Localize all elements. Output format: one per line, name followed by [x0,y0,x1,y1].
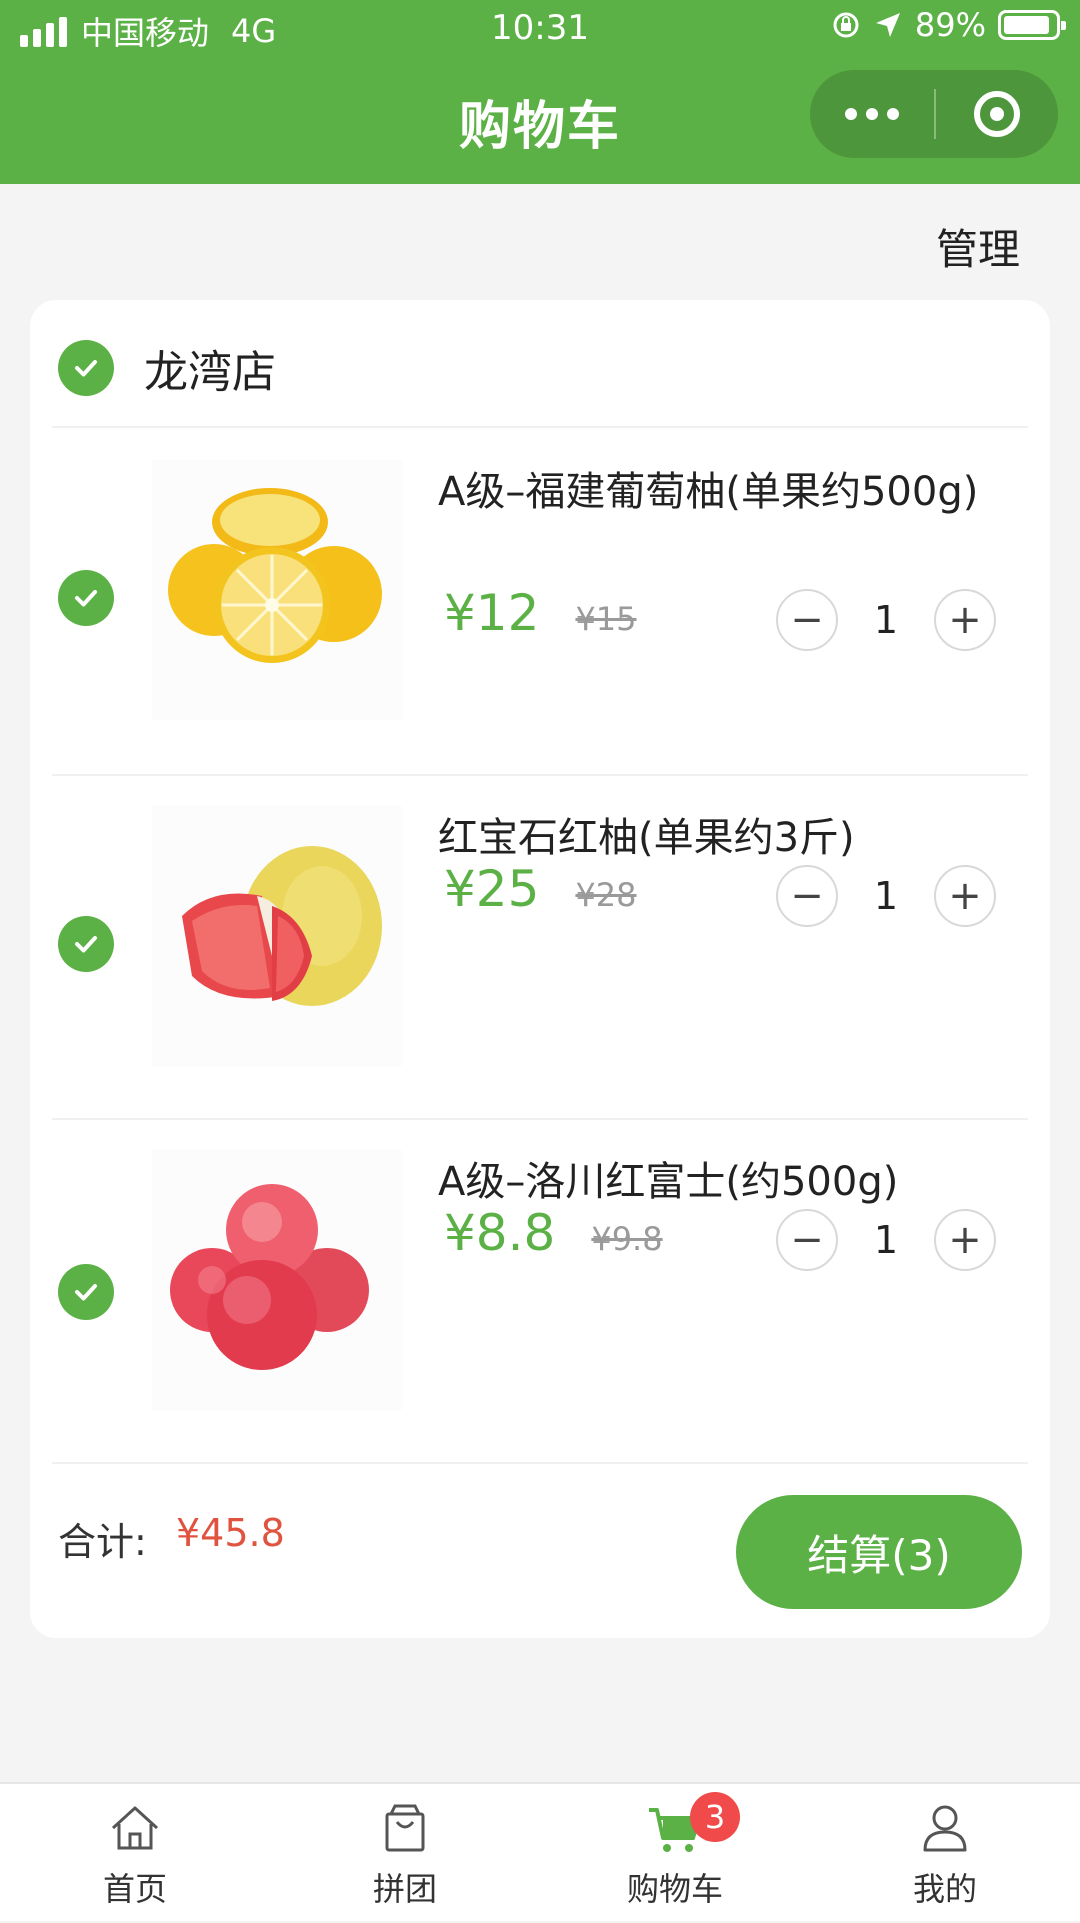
product-image-grapefruit[interactable] [152,460,402,720]
tab-group-buy[interactable]: 拼团 [270,1784,540,1923]
original-price: ¥28 [575,876,637,914]
product-image-apple[interactable] [152,1150,402,1410]
minus-icon: − [790,873,824,919]
user-icon [923,1805,967,1852]
product-price: ¥25 [444,860,540,918]
quantity-value: 1 [873,1218,899,1262]
product-price: ¥8.8 [444,1204,556,1262]
increase-button[interactable]: + [934,865,996,927]
minus-icon: − [790,597,824,643]
original-price: ¥15 [575,600,637,638]
bag-icon [385,1804,425,1852]
store-checkbox[interactable] [58,340,114,396]
plus-icon: + [948,1217,982,1263]
total-label: 合计: [58,1520,147,1564]
cart-item: A级–洛川红富士(约500g) ¥8.8 ¥9.8 − 1 + [30,1120,1050,1464]
price-row: ¥8.8 ¥9.8 [444,1204,663,1262]
quantity-value: 1 [873,598,899,642]
plus-icon: + [948,873,982,919]
quantity-stepper: − 1 + [776,588,996,652]
cart-card: 龙湾店 A级–福建葡萄柚(单果约500g) ¥12 ¥15 − 1 + 红宝石红… [30,300,1050,1638]
target-icon [974,91,1020,137]
nav-bar: 购物车 [0,62,1080,184]
status-right: 89% [831,6,1066,44]
tab-label: 购物车 [626,1870,723,1908]
battery-icon [998,10,1066,40]
increase-button[interactable]: + [934,1209,996,1271]
item-checkbox[interactable] [58,570,114,626]
summary-row: 合计: ¥45.8 结算(3) [30,1463,1050,1613]
original-price: ¥9.8 [591,1220,663,1258]
status-bar: 中国移动 4G 10:31 89% [0,0,1080,62]
manage-button[interactable]: 管理 [936,216,1020,277]
close-button[interactable] [936,70,1058,158]
item-checkbox[interactable] [58,1264,114,1320]
tab-label: 拼团 [372,1870,437,1908]
tab-mine[interactable]: 我的 [810,1784,1080,1923]
tab-bar: 首页 拼团 3 购物车 我的 [0,1782,1080,1921]
cart-item: A级–福建葡萄柚(单果约500g) ¥12 ¥15 − 1 + [30,430,1050,774]
rotation-lock-icon [833,12,859,38]
item-checkbox[interactable] [58,916,114,972]
battery-percent: 89% [914,6,986,44]
total-value: ¥45.8 [176,1511,285,1555]
price-row: ¥25 ¥28 [444,860,637,918]
increase-button[interactable]: + [934,589,996,651]
tab-cart[interactable]: 3 购物车 [540,1784,810,1923]
store-name: 龙湾店 [144,347,276,398]
cart-item: 红宝石红柚(单果约3斤) ¥25 ¥28 − 1 + [30,776,1050,1120]
tab-home[interactable]: 首页 [0,1784,270,1923]
decrease-button[interactable]: − [776,1209,838,1271]
product-name[interactable]: A级–福建葡萄柚(单果约500g) [438,460,998,524]
product-price: ¥12 [444,584,540,642]
store-header: 龙湾店 [58,338,276,398]
cart-badge: 3 [690,1792,740,1842]
checkout-button[interactable]: 结算(3) [736,1495,1022,1609]
tab-label: 我的 [912,1870,977,1908]
quantity-value: 1 [873,874,899,918]
decrease-button[interactable]: − [776,589,838,651]
check-icon [75,590,97,607]
home-icon [111,1806,159,1850]
minus-icon: − [790,1217,824,1263]
price-row: ¥12 ¥15 [444,584,637,642]
mini-program-capsule [810,70,1058,158]
check-icon [75,1284,97,1301]
plus-icon: + [948,597,982,643]
check-icon [75,360,97,377]
product-image-pomelo[interactable] [152,806,402,1066]
quantity-stepper: − 1 + [776,864,996,928]
check-icon [75,936,97,953]
location-arrow-icon [875,13,900,37]
tab-label: 首页 [102,1870,167,1908]
more-button[interactable] [810,70,934,158]
decrease-button[interactable]: − [776,865,838,927]
divider [52,426,1028,428]
quantity-stepper: − 1 + [776,1208,996,1272]
